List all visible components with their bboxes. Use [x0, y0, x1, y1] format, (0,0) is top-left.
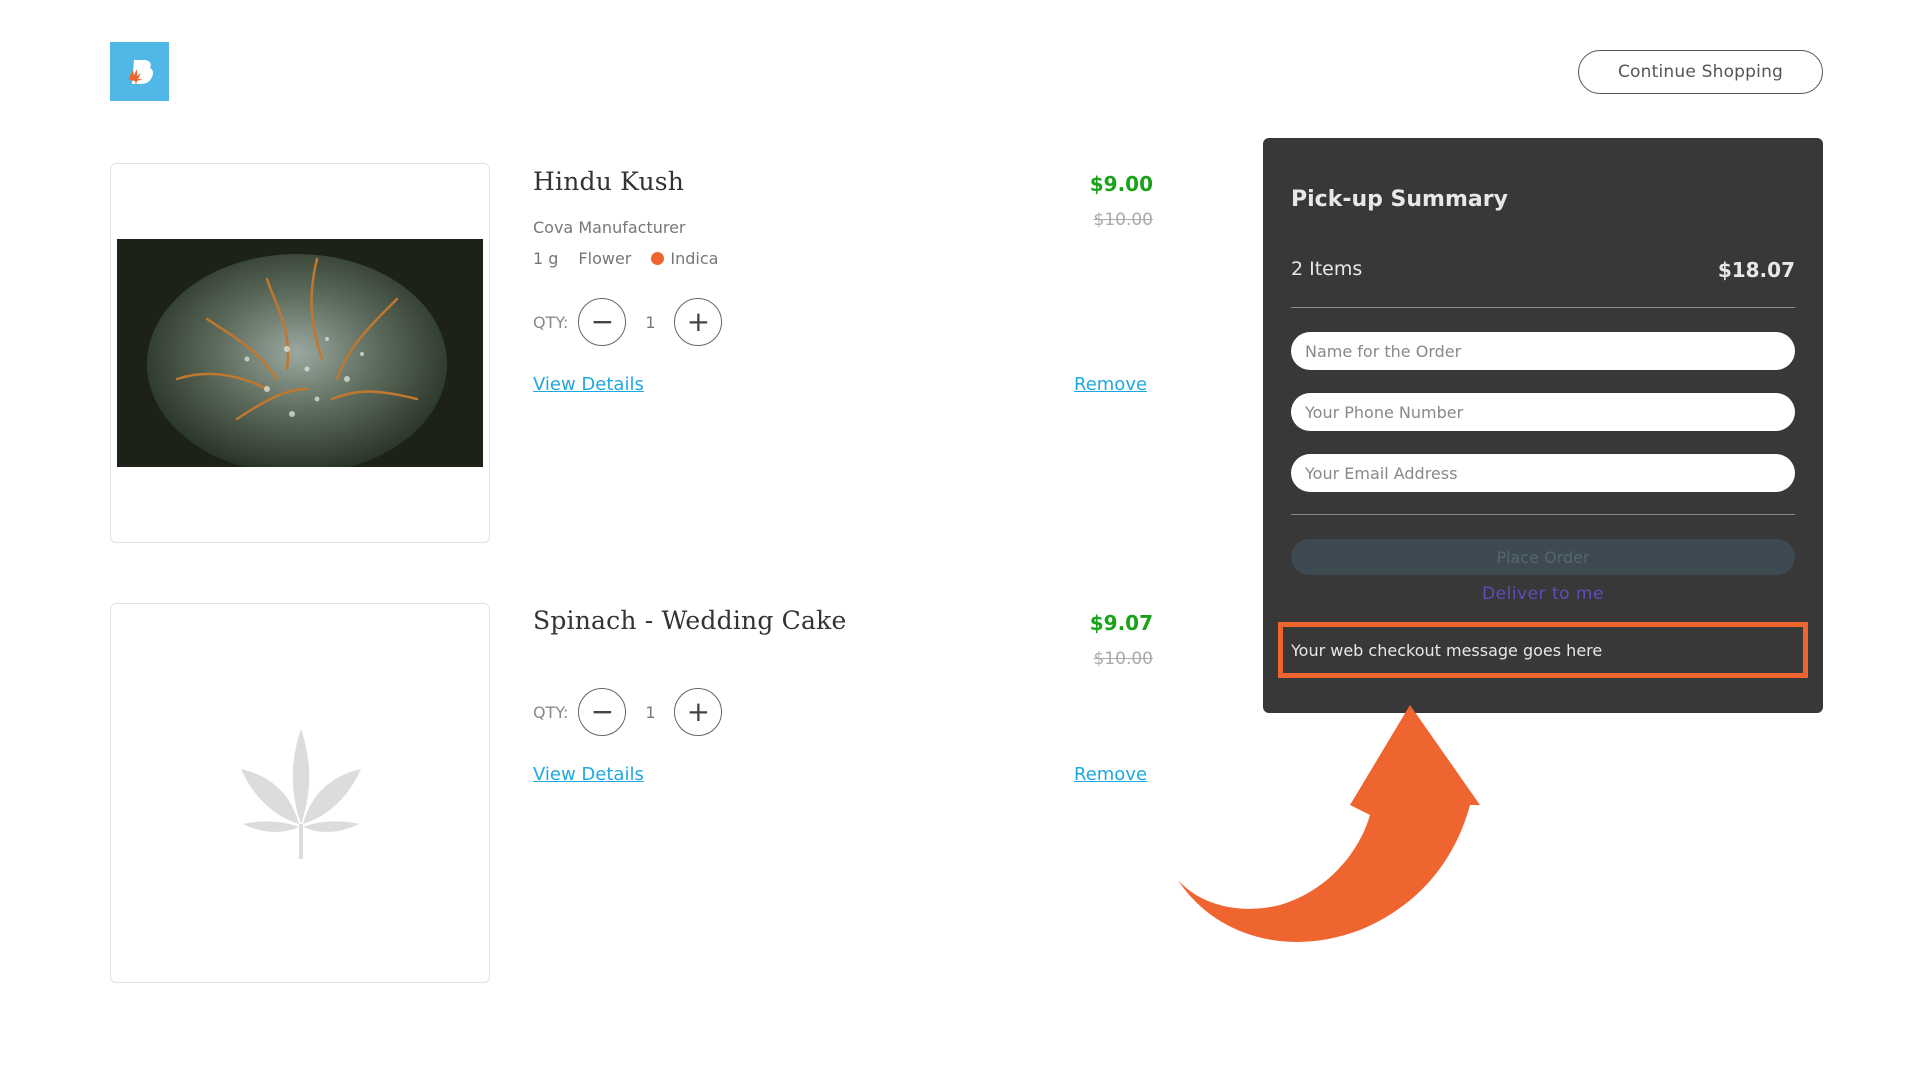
product-old-price: $10.00: [1093, 649, 1153, 669]
pickup-summary-panel: Pick-up Summary 2 Items $18.07 Place Ord…: [1263, 138, 1823, 713]
remove-link[interactable]: Remove: [1074, 764, 1147, 785]
phone-input[interactable]: [1291, 393, 1795, 431]
decrease-qty-button[interactable]: −: [578, 298, 627, 346]
product-attributes: 1 g Flower Indica: [533, 249, 758, 268]
summary-items-row: 2 Items $18.07: [1291, 258, 1795, 282]
divider: [1291, 307, 1795, 308]
product-photo: [117, 239, 483, 467]
annotation-arrow-icon: [1178, 705, 1480, 942]
product-image-card[interactable]: [110, 603, 490, 983]
email-input[interactable]: [1291, 454, 1795, 492]
product-manufacturer: Cova Manufacturer: [533, 218, 686, 237]
items-count: 2 Items: [1291, 258, 1363, 280]
remove-link[interactable]: Remove: [1074, 374, 1147, 395]
indica-dot-icon: [651, 252, 665, 265]
product-name[interactable]: Hindu Kush: [533, 167, 684, 196]
quantity-stepper: QTY: − 1 +: [533, 688, 723, 736]
decrease-qty-button[interactable]: −: [578, 688, 627, 736]
product-image-card[interactable]: [110, 163, 490, 543]
increase-qty-button[interactable]: +: [674, 298, 723, 346]
checkout-message-highlight: Your web checkout message goes here: [1278, 622, 1808, 678]
divider: [1291, 514, 1795, 515]
order-total: $18.07: [1717, 258, 1795, 282]
deliver-to-me-link[interactable]: Deliver to me: [1263, 584, 1823, 604]
product-old-price: $10.00: [1093, 210, 1153, 230]
product-price: $9.00: [1089, 172, 1153, 196]
product-name[interactable]: Spinach - Wedding Cake: [533, 606, 846, 635]
order-name-input[interactable]: [1291, 332, 1795, 370]
summary-title: Pick-up Summary: [1291, 187, 1508, 212]
product-category: Flower: [578, 249, 632, 268]
strain-label: Indica: [670, 249, 719, 268]
qty-value: 1: [645, 702, 656, 722]
brand-logo-icon: [128, 59, 153, 85]
checkout-message: Your web checkout message goes here: [1291, 640, 1603, 660]
view-details-link[interactable]: View Details: [533, 764, 644, 785]
strain-badge: Indica: [651, 249, 738, 268]
product-price: $9.07: [1089, 611, 1153, 635]
product-size: 1 g: [533, 249, 559, 268]
quantity-stepper: QTY: − 1 +: [533, 298, 723, 346]
place-order-button[interactable]: Place Order: [1291, 539, 1795, 575]
continue-shopping-button[interactable]: Continue Shopping: [1578, 50, 1823, 94]
cannabis-leaf-placeholder-icon: [241, 729, 361, 859]
view-details-link[interactable]: View Details: [533, 374, 644, 395]
brand-logo[interactable]: [110, 42, 169, 101]
qty-value: 1: [645, 312, 656, 332]
increase-qty-button[interactable]: +: [674, 688, 723, 736]
qty-label: QTY:: [533, 312, 569, 332]
qty-label: QTY:: [533, 702, 569, 722]
